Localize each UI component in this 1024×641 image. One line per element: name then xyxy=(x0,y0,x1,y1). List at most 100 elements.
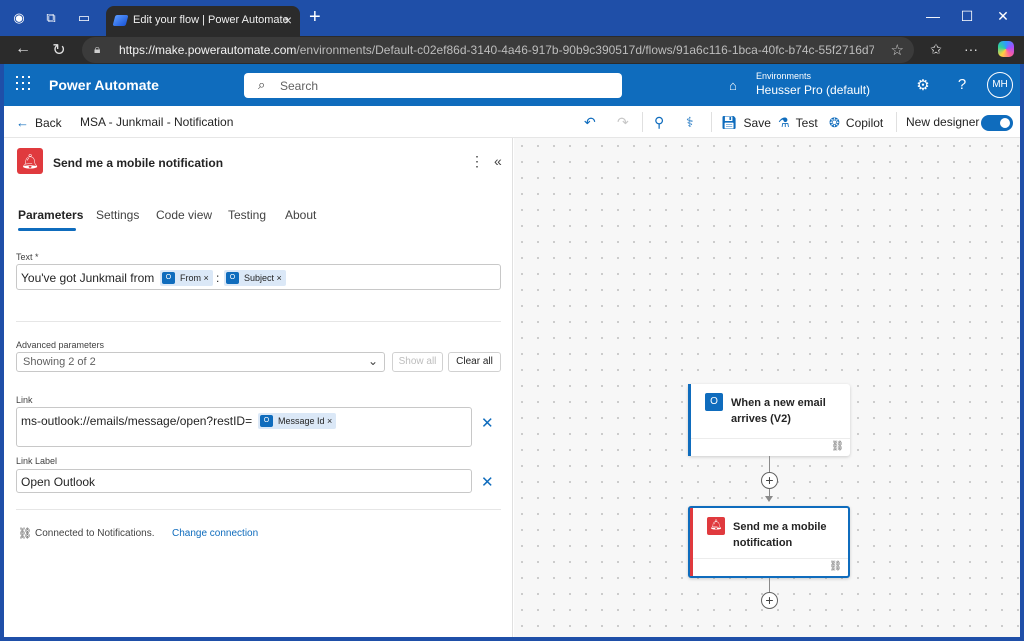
connection-status: Connected to Notifications. xyxy=(35,528,155,539)
text-field-prefix: You've got Junkmail from xyxy=(21,271,155,285)
refresh-icon[interactable]: ↻ xyxy=(48,40,70,60)
app-launcher-icon[interactable] xyxy=(16,76,30,90)
collapse-panel-icon[interactable]: « xyxy=(494,153,502,169)
tab-actions-icon[interactable]: ▭ xyxy=(74,8,94,28)
new-designer-label: New designer xyxy=(906,115,980,129)
link-field[interactable]: ms-outlook://emails/message/open?restID=… xyxy=(16,407,472,447)
power-automate-favicon xyxy=(112,15,129,26)
favorite-star-icon[interactable]: ☆ xyxy=(891,41,904,59)
subject-token[interactable]: O Subject × xyxy=(224,270,286,286)
browser-tab-active[interactable]: Edit your flow | Power Automate × xyxy=(106,6,300,36)
lock-icon: 🔒︎ xyxy=(94,42,101,56)
copilot-label: Copilot xyxy=(845,116,884,130)
remove-link-icon[interactable]: ✕ xyxy=(481,414,494,432)
app-window: Power Automate ⌕ Search ⌂ Environments H… xyxy=(4,64,1020,637)
message-id-token[interactable]: O Message Id × xyxy=(258,413,337,429)
panel-title[interactable]: Send me a mobile notification xyxy=(53,156,223,170)
close-window-icon[interactable]: ✕ xyxy=(988,8,1018,25)
help-icon[interactable]: ? xyxy=(952,76,972,93)
flow-canvas[interactable]: O When a new email arrives (V2) ⛓ + 🔔︎ S… xyxy=(514,138,1020,637)
link-field-label: Link xyxy=(16,395,33,405)
action-card[interactable]: 🔔︎ Send me a mobile notification ⛓ xyxy=(688,506,850,578)
message-id-token-label: Message Id × xyxy=(278,416,333,426)
bell-icon: 🔔︎ xyxy=(707,517,725,535)
trigger-card[interactable]: O When a new email arrives (V2) ⛓ xyxy=(688,384,850,456)
change-connection-link[interactable]: Change connection xyxy=(172,528,258,539)
tab-settings[interactable]: Settings xyxy=(96,208,139,222)
link-icon: ⛓ xyxy=(829,561,842,572)
add-step-button[interactable]: + xyxy=(761,472,778,489)
add-step-button[interactable]: + xyxy=(761,592,778,609)
profile-icon[interactable]: ◉ xyxy=(9,8,29,28)
tab-about[interactable]: About xyxy=(285,208,316,222)
new-tab-icon[interactable]: + xyxy=(309,7,321,27)
subject-token-label: Subject × xyxy=(244,273,282,283)
remove-link-label-icon[interactable]: ✕ xyxy=(481,473,494,491)
tab-title: Edit your flow | Power Automate xyxy=(133,14,289,26)
divider xyxy=(711,112,712,132)
clear-all-button[interactable]: Clear all xyxy=(448,352,501,372)
environment-name[interactable]: Heusser Pro (default) xyxy=(756,83,870,97)
back-arrow-icon[interactable]: ← xyxy=(12,40,34,58)
url-field[interactable]: 🔒︎ https://make.powerautomate.com/enviro… xyxy=(82,37,914,63)
more-options-icon[interactable]: ⋮ xyxy=(470,153,484,170)
link-field-prefix: ms-outlook://emails/message/open?restID= xyxy=(21,414,253,428)
minimize-icon[interactable]: — xyxy=(918,8,948,24)
redo-icon[interactable]: ↷ xyxy=(617,114,629,131)
tab-parameters[interactable]: Parameters xyxy=(18,208,83,222)
divider xyxy=(16,509,501,510)
text-field[interactable]: You've got Junkmail from O From × : O Subj… xyxy=(16,264,501,290)
link-label-field[interactable]: Open Outlook xyxy=(16,469,472,493)
environment-label: Environments xyxy=(756,71,812,81)
link-label-value: Open Outlook xyxy=(21,475,96,489)
more-icon[interactable]: ··· xyxy=(960,41,982,57)
url-path: /environments/Default-c02ef86d-3140-4a46… xyxy=(296,43,874,57)
close-tab-icon[interactable]: × xyxy=(284,12,292,28)
copilot-icon: ❂ xyxy=(829,115,840,130)
maximize-icon[interactable]: ☐ xyxy=(952,8,982,25)
connector-arrow xyxy=(765,496,773,502)
test-label: Test xyxy=(795,116,818,130)
back-arrow-icon: ← xyxy=(16,115,29,130)
stethoscope-icon[interactable]: ⚕ xyxy=(686,114,694,131)
copilot-button[interactable]: ❂ Copilot xyxy=(829,115,883,131)
advanced-parameters-label: Advanced parameters xyxy=(16,340,105,350)
url-host: https://make.powerautomate.com xyxy=(119,43,297,57)
outlook-icon: O xyxy=(705,393,723,411)
connector-line xyxy=(769,578,770,592)
action-title: Send me a mobile notification xyxy=(733,521,827,549)
back-label: Back xyxy=(35,116,62,130)
show-all-button[interactable]: Show all xyxy=(392,352,443,372)
from-token-label: From × xyxy=(180,273,209,283)
new-designer-toggle[interactable] xyxy=(981,115,1013,131)
save-button[interactable]: 💾︎ Save xyxy=(721,115,771,131)
environment-icon[interactable]: ⌂ xyxy=(729,78,737,93)
address-bar-row: ← ↻ 🔒︎ https://make.powerautomate.com/en… xyxy=(0,36,1024,64)
action-footer: ⛓ xyxy=(693,558,848,576)
tab-code-view[interactable]: Code view xyxy=(156,208,212,222)
chevron-down-icon: ⌄ xyxy=(367,354,378,368)
search-input[interactable]: ⌕ Search xyxy=(244,73,622,98)
tab-testing[interactable]: Testing xyxy=(228,208,266,222)
avatar[interactable]: MH xyxy=(987,72,1013,98)
advanced-parameters-dropdown[interactable]: Showing 2 of 2 ⌄ xyxy=(16,352,385,372)
text-separator: : xyxy=(216,271,220,285)
flow-checker-icon[interactable]: ⚲ xyxy=(654,114,664,131)
from-token[interactable]: O From × xyxy=(160,270,213,286)
save-label: Save xyxy=(743,116,771,130)
trigger-title: When a new email arrives (V2) xyxy=(731,397,826,425)
settings-gear-icon[interactable]: ⚙ xyxy=(913,76,933,94)
favorites-icon[interactable]: ✩ xyxy=(925,41,947,58)
search-placeholder: Search xyxy=(280,79,319,93)
app-name[interactable]: Power Automate xyxy=(49,77,159,93)
divider xyxy=(16,321,501,322)
outlook-icon: O xyxy=(162,272,175,284)
back-button[interactable]: ← Back xyxy=(16,115,62,130)
test-button[interactable]: ⚗ Test xyxy=(778,115,818,131)
flask-icon: ⚗ xyxy=(778,115,790,130)
undo-icon[interactable]: ↶ xyxy=(584,114,596,131)
workspaces-icon[interactable]: ⧉ xyxy=(41,8,61,28)
outlook-icon: O xyxy=(226,272,239,284)
divider xyxy=(896,112,897,132)
copilot-icon[interactable] xyxy=(998,41,1014,57)
